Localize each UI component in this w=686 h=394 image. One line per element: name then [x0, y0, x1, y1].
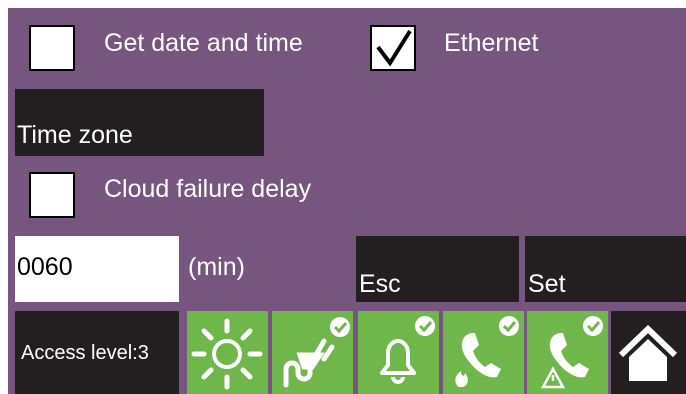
ethernet-checkbox[interactable]	[370, 25, 416, 71]
fire-call-status[interactable]	[443, 311, 524, 394]
esc-button[interactable]: Esc	[356, 236, 519, 302]
cloud-failure-delay-label: Cloud failure delay	[104, 175, 312, 203]
sun-icon	[191, 318, 263, 390]
checkmark-icon	[376, 29, 412, 67]
warning-call-ok-icon	[540, 316, 603, 389]
brightness-button[interactable]	[187, 311, 268, 394]
mains-power-ok-icon	[283, 317, 350, 388]
time-zone-label: Time zone	[17, 121, 133, 149]
delay-value-text: 0060	[17, 253, 73, 281]
set-label: Set	[528, 270, 566, 298]
get-date-time-label: Get date and time	[104, 29, 303, 57]
access-level-text: Access level:3	[21, 342, 149, 364]
home-icon	[618, 324, 678, 381]
ethernet-label: Ethernet	[444, 29, 539, 57]
mains-power-status[interactable]	[272, 311, 353, 394]
access-level-indicator: Access level:3	[15, 311, 179, 394]
home-button[interactable]	[611, 311, 686, 394]
warning-call-status[interactable]	[527, 311, 608, 394]
get-date-time-checkbox[interactable]	[29, 25, 75, 71]
time-zone-button[interactable]: Time zone	[15, 89, 264, 156]
fire-call-ok-icon	[455, 316, 519, 387]
set-button[interactable]: Set	[525, 236, 686, 302]
esc-label: Esc	[359, 270, 401, 298]
alarm-bell-ok-icon	[380, 316, 435, 384]
delay-unit-label: (min)	[188, 253, 245, 281]
cloud-failure-delay-checkbox[interactable]	[29, 172, 75, 218]
delay-value-input[interactable]: 0060	[15, 236, 179, 302]
alarm-bell-status[interactable]	[358, 311, 439, 394]
